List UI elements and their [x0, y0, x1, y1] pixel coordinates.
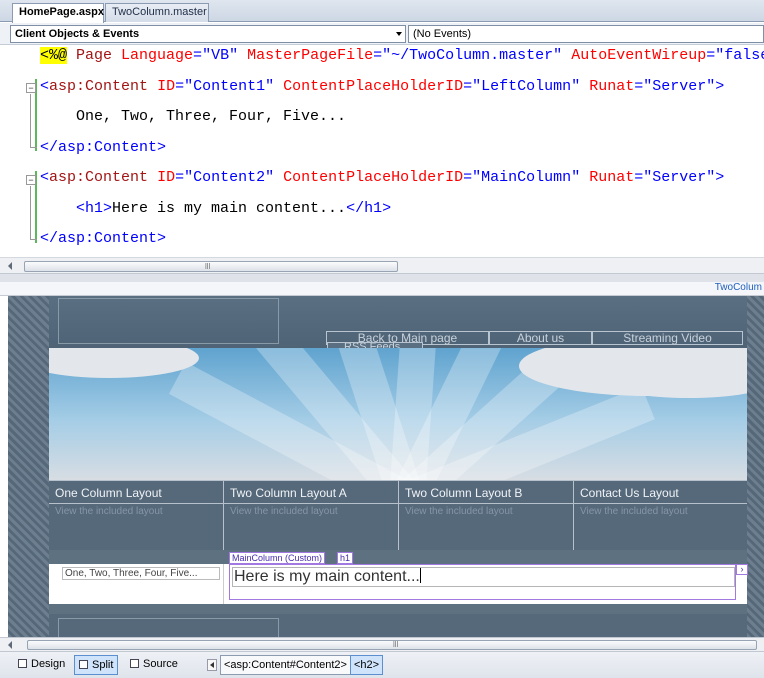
code-line-content1-text: One, Two, Three, Four, Five... — [76, 108, 347, 125]
events-dropdown-value: (No Events) — [413, 28, 472, 40]
view-status-bar: Design Split Source <asp:Content#Content… — [0, 651, 764, 678]
logo-placeholder — [58, 298, 279, 344]
breadcrumb-item-h2[interactable]: <h2> — [350, 655, 384, 675]
column-title: One Column Layout — [55, 486, 162, 500]
maincolumn-region-tag[interactable]: MainColumn (Custom) — [229, 552, 326, 564]
column-two-column-layout-b[interactable]: Two Column Layout B View the included la… — [399, 480, 574, 550]
code-line-content1-open: <asp:Content ID="Content1" ContentPlaceH… — [40, 78, 725, 95]
column-contact-us-layout[interactable]: Contact Us Layout View the included layo… — [574, 480, 747, 550]
code-line-content2-open: <asp:Content ID="Content2" ContentPlaceH… — [40, 169, 725, 186]
split-view-label: Split — [92, 659, 114, 671]
client-objects-dropdown-value: Client Objects & Events — [15, 28, 140, 40]
source-code-editor[interactable]: <%@ Page Language="VB" MasterPageFile="~… — [0, 45, 764, 257]
code-line-h1: <h1>Here is my main content...</h1> — [76, 200, 392, 217]
fold-guide-end — [30, 239, 37, 240]
design-view-label: Design — [31, 658, 66, 670]
content-area: One, Two, Three, Four, Five... Here is m… — [49, 564, 747, 604]
collapse-toggle-icon[interactable]: − — [26, 175, 36, 185]
footer-logo-placeholder — [58, 618, 279, 637]
fold-guide — [30, 94, 31, 147]
visual-studio-editor-window: { "tabs": [ {"label": "HomePage.aspx", "… — [0, 0, 764, 678]
right-background-pattern — [747, 296, 764, 637]
breadcrumb-back-icon[interactable] — [207, 659, 217, 671]
column-subtitle: View the included layout — [399, 503, 573, 517]
text-caret — [419, 568, 421, 583]
column-two-column-layout-a[interactable]: Two Column Layout A View the included la… — [224, 480, 399, 550]
document-tab-bar: HomePage.aspx TwoColumn.master — [0, 0, 764, 23]
main-column-region[interactable]: Here is my main content... — [229, 564, 736, 600]
column-subtitle: View the included layout — [574, 503, 747, 517]
master-page-bar: TwoColum — [0, 282, 764, 296]
column-title: Two Column Layout B — [405, 486, 523, 500]
directive-marker: <%@ — [40, 47, 68, 64]
code-line-page-directive: <%@ Page Language="VB" MasterPageFile="~… — [40, 47, 764, 64]
collapse-toggle-icon[interactable]: − — [26, 83, 36, 93]
left-column-text: One, Two, Three, Four, Five... — [62, 567, 220, 580]
events-dropdown[interactable]: (No Events) — [408, 25, 764, 43]
column-subtitle: View the included layout — [49, 503, 223, 517]
editor-horizontal-scrollbar[interactable]: lll — [0, 257, 764, 274]
column-subtitle: View the included layout — [224, 503, 398, 517]
breadcrumb-item-content2[interactable]: <asp:Content#Content2> — [220, 655, 351, 675]
navigation-dropdown-bar: Client Objects & Events (No Events) — [0, 23, 764, 45]
code-line-content2-close: </asp:Content> — [40, 230, 167, 247]
header-sky-banner — [49, 348, 747, 480]
fold-guide — [30, 186, 31, 239]
layout-columns-strip: One Column Layout View the included layo… — [49, 480, 747, 550]
nav-link-about-us[interactable]: About us — [489, 331, 592, 345]
split-view-button[interactable]: Split — [74, 655, 119, 675]
tab-homepage-aspx[interactable]: HomePage.aspx — [12, 3, 104, 23]
scroll-left-icon[interactable] — [8, 641, 12, 649]
fold-guide-end — [30, 147, 37, 148]
h1-element-tag[interactable]: h1 — [337, 552, 354, 564]
master-page-link[interactable]: TwoColum — [715, 282, 762, 293]
source-view-label: Source — [143, 658, 178, 670]
site-header: Back to Main page About us Streaming Vid… — [49, 296, 747, 348]
column-title: Contact Us Layout — [580, 486, 679, 500]
site-footer — [49, 614, 747, 637]
editor-gutter — [0, 45, 24, 257]
split-view-icon — [79, 660, 88, 669]
left-background-pattern — [8, 296, 49, 637]
scrollbar-thumb[interactable]: lll — [24, 261, 398, 272]
smart-tag-icon[interactable]: › — [736, 564, 748, 575]
design-view-icon — [18, 659, 27, 668]
client-objects-dropdown[interactable]: Client Objects & Events — [10, 25, 406, 43]
nav-link-streaming-video[interactable]: Streaming Video — [592, 331, 743, 345]
design-horizontal-scrollbar[interactable]: lll — [0, 637, 764, 651]
column-one-column-layout[interactable]: One Column Layout View the included layo… — [49, 480, 224, 550]
main-heading-text: Here is my main content... — [234, 568, 420, 585]
main-heading-editable[interactable]: Here is my main content... — [232, 567, 735, 587]
design-surface[interactable]: Back to Main page About us Streaming Vid… — [8, 296, 764, 637]
source-view-icon — [130, 659, 139, 668]
split-view-divider[interactable] — [0, 274, 764, 282]
tab-twocolumn-master[interactable]: TwoColumn.master — [105, 3, 209, 22]
design-view-button[interactable]: Design — [14, 655, 69, 675]
code-line-content1-close: </asp:Content> — [40, 139, 167, 156]
left-column-region[interactable]: One, Two, Three, Four, Five... — [59, 564, 224, 604]
scroll-left-icon[interactable] — [8, 262, 12, 270]
source-view-button[interactable]: Source — [126, 655, 182, 675]
chevron-down-icon — [396, 32, 402, 36]
scrollbar-thumb[interactable]: lll — [27, 640, 757, 650]
column-title: Two Column Layout A — [230, 486, 347, 500]
